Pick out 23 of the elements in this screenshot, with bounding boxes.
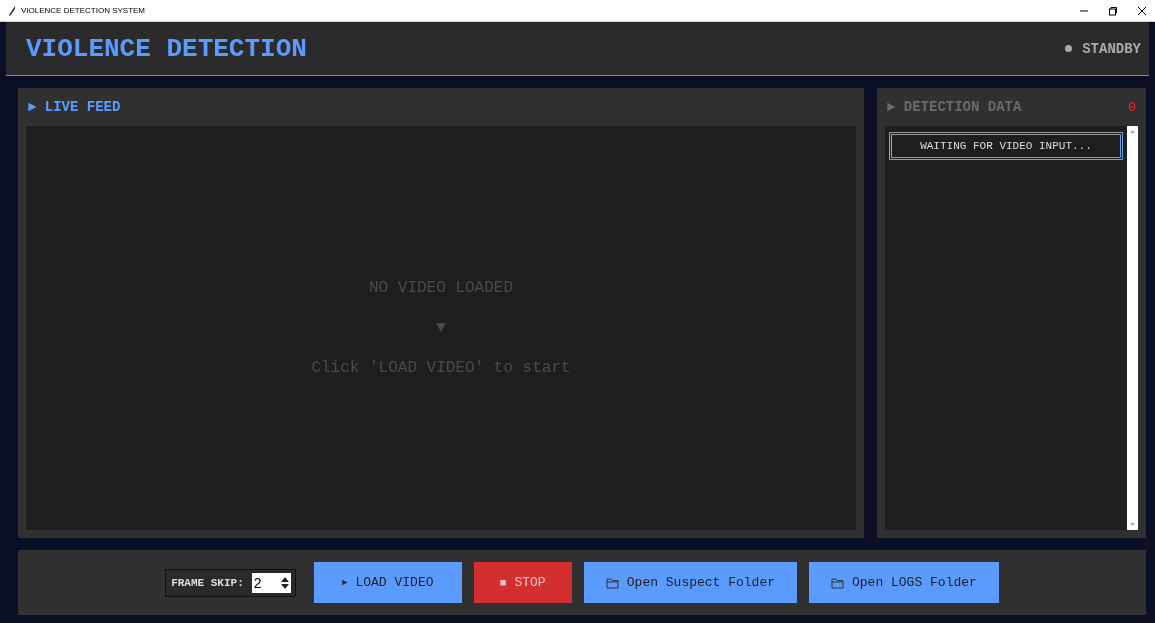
open-folder-button[interactable]: Open Suspect Folder [583,562,797,603]
log-entry: WAITING FOR VIDEO INPUT... [889,132,1123,160]
status-text: STANDBY [1082,40,1141,57]
scroll-up-icon[interactable] [1129,128,1136,135]
detection-count: 0 [1128,99,1136,115]
play-icon: ► [342,577,348,588]
stop-icon: ■ [499,576,507,589]
scrollbar[interactable] [1127,126,1138,530]
frame-skip-field[interactable]: 2 [251,572,279,593]
restore-icon[interactable] [1108,5,1118,16]
status-dot-icon [1065,45,1073,52]
down-arrow: ▼ [436,319,446,337]
frame-skip-label: FRAME SKIP: [171,576,244,589]
close-icon[interactable] [1137,5,1147,16]
folder-icon [605,576,619,589]
open-folder-button[interactable]: Open LOGS Folder [809,562,999,603]
play-button[interactable]: ► LOAD VIDEO [313,562,462,603]
window-title: VIOLENCE DETECTION SYSTEM [21,6,147,15]
folder-icon [831,576,844,589]
app-title: VIOLENCE DETECTION [26,33,307,64]
panel-heading: ► LIVE FEED [28,99,121,115]
scroll-down-icon[interactable] [1129,521,1136,528]
panel-heading: ► DETECTION DATA [887,99,1022,115]
